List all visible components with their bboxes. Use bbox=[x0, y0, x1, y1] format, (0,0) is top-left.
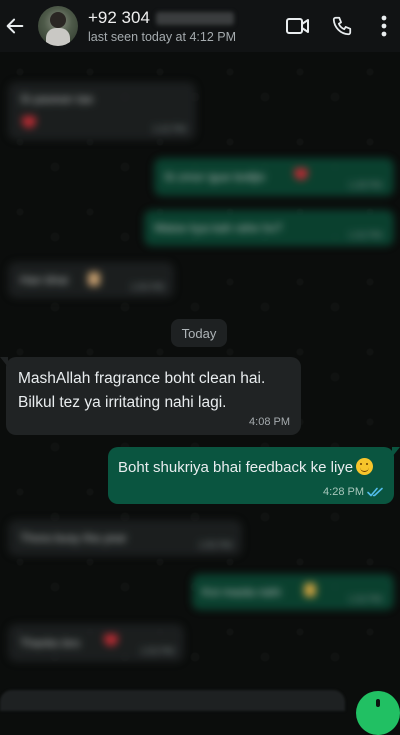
blurred-message: Si pasean tae 1:22 PM bbox=[8, 82, 196, 140]
microphone-icon bbox=[376, 699, 380, 707]
incoming-message[interactable]: MashAllah fragrance boht clean hai. Bilk… bbox=[0, 357, 301, 435]
message-time: 4:28 PM bbox=[323, 486, 364, 498]
date-divider: Today bbox=[171, 319, 227, 347]
message-input-bar[interactable] bbox=[0, 690, 345, 711]
message-meta: 4:28 PM bbox=[323, 486, 384, 498]
video-call-button[interactable] bbox=[284, 12, 312, 40]
thumbs-up-emoji-icon bbox=[88, 272, 100, 286]
smiling-face-emoji-icon bbox=[356, 458, 374, 475]
heart-emoji-icon bbox=[104, 634, 118, 646]
mic-button[interactable] bbox=[356, 691, 400, 735]
message-time: 4:08 PM bbox=[249, 416, 290, 428]
chat-header: +92 304 last seen today at 4:12 PM bbox=[0, 0, 400, 52]
contact-avatar[interactable] bbox=[38, 6, 78, 46]
blurred-message: Han bhai 1:59 PM bbox=[8, 262, 174, 298]
double-check-icon bbox=[367, 487, 383, 497]
message-line: Bilkul tez ya irritating nahi lagi. bbox=[18, 394, 227, 411]
message-text: MashAllah fragrance boht clean hai. Bilk… bbox=[18, 367, 296, 415]
blurred-message: Si zmor igue bottjiv 1:28 PM bbox=[154, 158, 394, 196]
voice-call-button[interactable] bbox=[328, 12, 356, 40]
video-camera-icon bbox=[286, 18, 309, 34]
blurred-message: Thora busy tha year 1:55 PM bbox=[8, 520, 242, 556]
heart-emoji-icon bbox=[294, 168, 308, 180]
message-text: Boht shukriya bhai feedback ke liye bbox=[118, 458, 374, 476]
redacted-number bbox=[155, 11, 234, 25]
more-vertical-icon bbox=[381, 15, 387, 37]
emoji-icon bbox=[304, 583, 316, 597]
contact-name: +92 304 bbox=[88, 8, 284, 28]
menu-button[interactable] bbox=[370, 12, 398, 40]
message-line: Boht shukriya bhai feedback ke liye bbox=[118, 459, 354, 476]
outgoing-message[interactable]: Boht shukriya bhai feedback ke liye 4:28… bbox=[108, 447, 400, 504]
last-seen-status: last seen today at 4:12 PM bbox=[88, 30, 237, 44]
blurred-message: Thanks bro 1:53 PM bbox=[8, 624, 184, 662]
blurred-message: Koi masla nahi 1:32 PM bbox=[192, 574, 394, 610]
contact-info[interactable]: +92 304 last seen today at 4:12 PM bbox=[88, 8, 284, 44]
phone-icon bbox=[332, 16, 352, 36]
contact-number: +92 304 bbox=[88, 8, 150, 27]
arrow-left-icon bbox=[6, 18, 24, 34]
message-line: MashAllah fragrance boht clean hai. bbox=[18, 370, 266, 387]
back-button[interactable] bbox=[2, 13, 28, 39]
heart-emoji-icon bbox=[22, 116, 36, 128]
blurred-message: Waise kya kah rahe ho? 1:32 PM bbox=[144, 210, 394, 246]
